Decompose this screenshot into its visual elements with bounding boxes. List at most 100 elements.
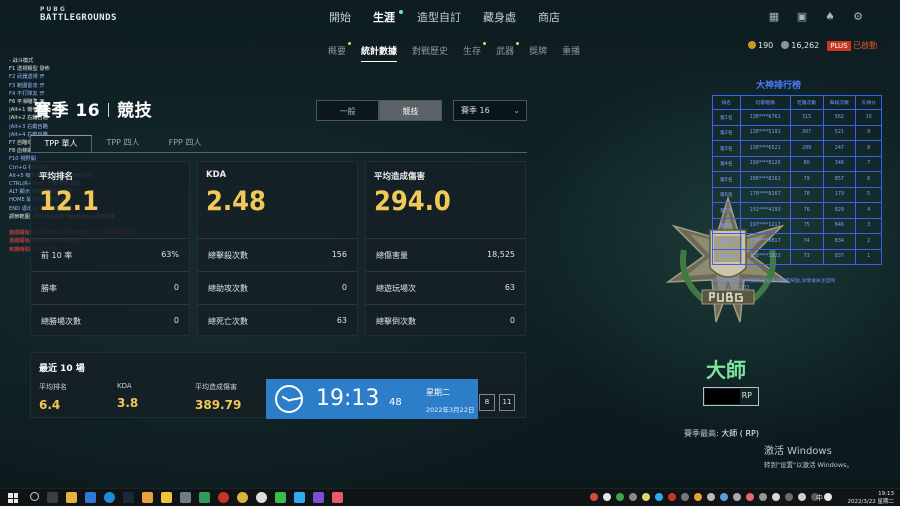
clock-weekday: 星期二 (426, 388, 450, 397)
tab-tpp-solo[interactable]: TPP 單人 (30, 135, 92, 152)
nav-career[interactable]: 生涯 (362, 0, 406, 36)
mode-normal-button[interactable]: 一般 (316, 100, 379, 121)
stat-row: 總助攻次數 0 (198, 271, 357, 304)
pubg-app-icon[interactable] (180, 492, 191, 503)
nav-store[interactable]: 商店 (527, 0, 571, 36)
taskbar-clock[interactable]: 19:13 2022/3/22 星期二 (848, 490, 894, 506)
tray-icon[interactable] (629, 493, 637, 501)
edge-icon[interactable] (85, 492, 96, 503)
card-big-value: 12.1 (39, 186, 99, 217)
plus-status[interactable]: PLUS 已啟動 (827, 40, 877, 51)
tab-fpp-squad[interactable]: FPP 四人 (154, 135, 216, 152)
season-dropdown[interactable]: 賽季 16 ⌄ (453, 100, 527, 121)
tray-icon[interactable] (772, 493, 780, 501)
news-icon[interactable]: ▣ (796, 11, 808, 23)
wechat-icon[interactable] (275, 492, 286, 503)
top-icons: ▦ ▣ ♠ ⚙ (768, 11, 864, 23)
tray-icon[interactable] (616, 493, 624, 501)
stat-label: 前 10 率 (41, 251, 73, 260)
leaderboard-cell: 79 (789, 171, 824, 188)
tray-icon[interactable] (590, 493, 598, 501)
top-bar: PUBG BATTLEGROUNDS 開始 生涯 造型自訂 藏身處 商店 ▦ ▣… (0, 0, 900, 36)
title-separator (108, 103, 110, 117)
gear-icon[interactable]: ⚙ (852, 11, 864, 23)
leaderboard-cell: 188****8161 (739, 171, 791, 188)
leaderboard-cell: 834 (822, 233, 857, 250)
tray-icon[interactable] (668, 493, 676, 501)
tray-icon[interactable] (733, 493, 741, 501)
stat-label: 總擊殺次數 (208, 251, 248, 260)
leaderboard-row: 第2名 138****5191 307 521 9 (712, 124, 882, 141)
app-icon[interactable] (199, 492, 210, 503)
rp-redacted (705, 389, 740, 404)
task-view-icon[interactable] (47, 492, 58, 503)
g-coin-balance[interactable]: 190 (748, 41, 773, 50)
mode-ranked-button[interactable]: 競技 (379, 100, 442, 121)
recent-label: 平均造成傷害 (195, 383, 237, 391)
recent-value: 6.4 (39, 398, 61, 412)
subnav-stats[interactable]: 統計數據 (361, 44, 398, 62)
leaderboard-cell: 第2名 (712, 124, 741, 141)
tray-icon[interactable] (824, 493, 832, 501)
recent-match-badge[interactable]: 8 (479, 394, 495, 411)
nav-hideout[interactable]: 藏身處 (472, 0, 527, 36)
tray-icon[interactable] (694, 493, 702, 501)
app-icon[interactable] (313, 492, 324, 503)
tray-icon[interactable] (707, 493, 715, 501)
tray-icon[interactable] (746, 493, 754, 501)
bp-balance: 16,262 (781, 41, 819, 50)
app-icon[interactable] (161, 492, 172, 503)
windows-start-icon[interactable] (8, 493, 18, 503)
tab-tpp-squad[interactable]: TPP 四人 (92, 135, 154, 152)
stat-value: 156 (331, 250, 347, 259)
app-icon[interactable] (237, 492, 248, 503)
leaderboard-cell: 第7名 (712, 202, 741, 219)
leaderboard-row: 第9名 158****8817 74 834 2 (712, 233, 882, 250)
subnav-weapons[interactable]: 武器 (496, 42, 520, 57)
subnav-medals[interactable]: 獎牌 (529, 44, 547, 57)
recent-avg-rank: 平均排名 6.4 (39, 382, 67, 412)
clock-minute-hand (289, 396, 302, 401)
leaderboard-cell: 179 (822, 186, 857, 203)
stat-value: 0 (341, 283, 347, 292)
nav-customize[interactable]: 造型自訂 (406, 0, 472, 36)
tray-icon[interactable] (785, 493, 793, 501)
stat-row: 勝率 0 (31, 271, 189, 304)
subnav-survival[interactable]: 生存 (463, 42, 487, 57)
stat-row: 前 10 率 63% (31, 238, 189, 271)
app-icon[interactable] (256, 492, 267, 503)
subnav-match-history[interactable]: 對戰歷史 (412, 44, 448, 57)
recent-match-badge[interactable]: 11 (499, 394, 515, 411)
card-title: 平均造成傷害 (374, 172, 426, 182)
shop-icon[interactable]: ▦ (768, 11, 780, 23)
subnav-overview-dot (348, 42, 352, 45)
app-icon[interactable] (332, 492, 343, 503)
recent-kda: KDA 3.8 (117, 382, 138, 410)
tray-icon[interactable] (655, 493, 663, 501)
tray-icon[interactable] (798, 493, 806, 501)
qq-icon[interactable] (294, 492, 305, 503)
tray-icon[interactable] (603, 493, 611, 501)
tray-icon[interactable] (720, 493, 728, 501)
stat-value: 63% (161, 250, 179, 259)
tray-icon[interactable] (642, 493, 650, 501)
ime-indicator[interactable]: 中 (816, 493, 823, 503)
file-explorer-icon[interactable] (66, 492, 77, 503)
steam-icon[interactable] (123, 492, 134, 503)
bp-value: 16,262 (791, 41, 820, 50)
app-icon[interactable] (142, 492, 153, 503)
search-icon[interactable] (30, 492, 39, 501)
subnav-replays[interactable]: 重播 (562, 44, 580, 57)
subnav-weapons-label: 武器 (496, 47, 515, 57)
overlay-menu-line: F2 武器透視 开 (9, 74, 45, 81)
nav-start[interactable]: 開始 (318, 0, 362, 36)
taskbar-apps (30, 492, 343, 503)
tray-icon[interactable] (681, 493, 689, 501)
notification-bell-icon[interactable]: ♠ (824, 11, 836, 23)
leaderboard-cell: 8 (855, 140, 882, 157)
browser-icon[interactable] (104, 492, 115, 503)
tray-icon[interactable] (759, 493, 767, 501)
app-icon[interactable] (218, 492, 229, 503)
subnav-overview[interactable]: 概要 (328, 42, 352, 57)
pubg-logo[interactable]: PUBG BATTLEGROUNDS (40, 6, 116, 30)
